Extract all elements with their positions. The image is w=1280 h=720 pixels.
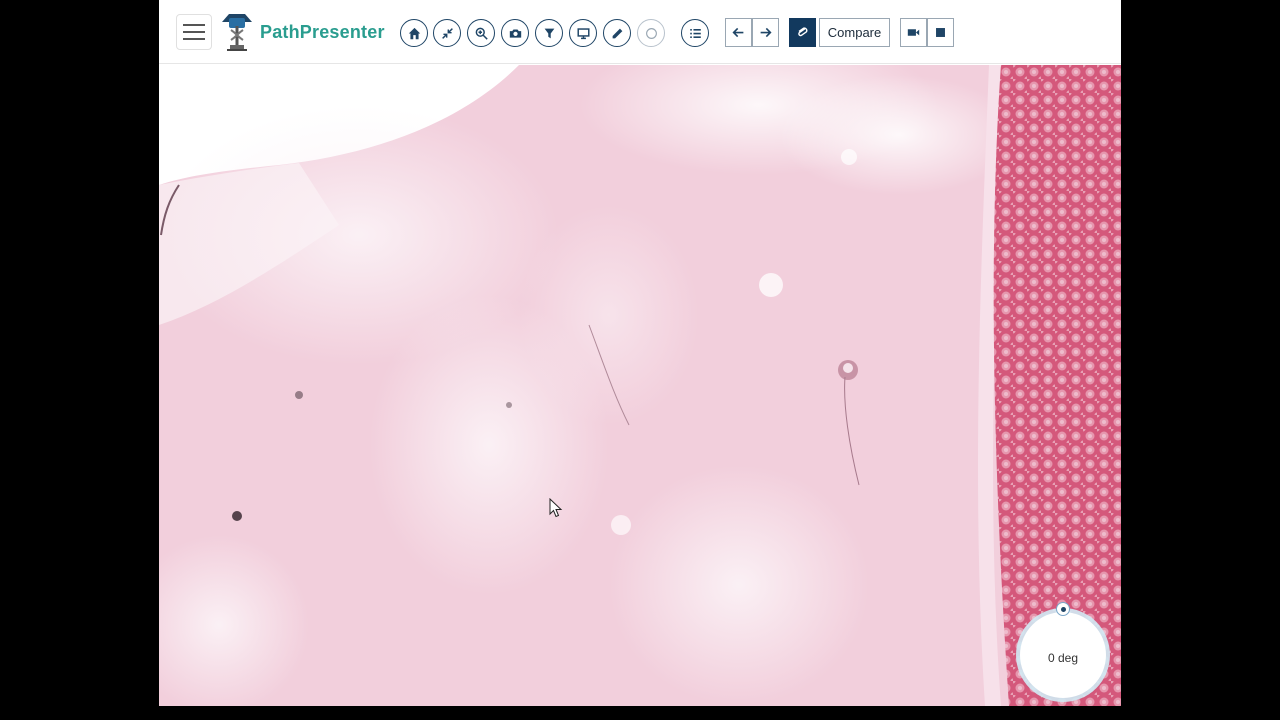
filter-button[interactable] bbox=[535, 19, 563, 47]
record-video-button[interactable] bbox=[900, 18, 927, 47]
rotate-button[interactable] bbox=[637, 19, 665, 47]
mouse-cursor-icon bbox=[549, 498, 563, 518]
rotation-label: 0 deg bbox=[1047, 651, 1079, 665]
pencil-icon bbox=[612, 28, 622, 38]
pathpresenter-logo bbox=[222, 14, 252, 51]
presentation-button[interactable] bbox=[569, 19, 597, 47]
pin-slide-button[interactable] bbox=[789, 18, 816, 47]
hamburger-menu-button[interactable] bbox=[176, 14, 212, 50]
video-camera-icon bbox=[907, 29, 920, 36]
zoom-in-icon bbox=[475, 27, 488, 40]
monitor-icon bbox=[576, 27, 590, 39]
arrow-right-icon bbox=[760, 27, 772, 38]
paperclip-icon bbox=[798, 27, 808, 37]
annotate-button[interactable] bbox=[603, 19, 631, 47]
fit-view-button[interactable] bbox=[433, 19, 461, 47]
brand-name: PathPresenter bbox=[260, 22, 385, 42]
slide-list-button[interactable] bbox=[681, 19, 709, 47]
slide-viewer-canvas[interactable]: 0 deg bbox=[159, 65, 1121, 706]
circle-icon bbox=[645, 27, 657, 39]
list-icon bbox=[689, 28, 701, 38]
rotation-dial[interactable]: 0 deg bbox=[1020, 602, 1106, 698]
pathpresenter-window: PathPresenter Compare 0 deg bbox=[159, 0, 1121, 706]
stop-icon bbox=[936, 28, 945, 37]
hamburger-icon bbox=[183, 24, 205, 26]
zoom-button[interactable] bbox=[467, 19, 495, 47]
screenshot-button[interactable] bbox=[501, 19, 529, 47]
tissue-image bbox=[159, 65, 1121, 706]
shrink-arrows-icon bbox=[441, 27, 453, 39]
filter-icon bbox=[544, 28, 554, 38]
home-button[interactable] bbox=[400, 19, 428, 47]
next-slide-button[interactable] bbox=[752, 18, 779, 47]
rotation-handle[interactable] bbox=[1056, 602, 1070, 616]
arrow-left-icon bbox=[732, 27, 744, 38]
compare-button[interactable]: Compare bbox=[819, 18, 890, 47]
home-icon bbox=[408, 27, 420, 39]
toolbar: PathPresenter Compare bbox=[159, 0, 1121, 64]
camera-icon bbox=[509, 28, 521, 38]
stop-recording-button[interactable] bbox=[927, 18, 954, 47]
previous-slide-button[interactable] bbox=[725, 18, 752, 47]
